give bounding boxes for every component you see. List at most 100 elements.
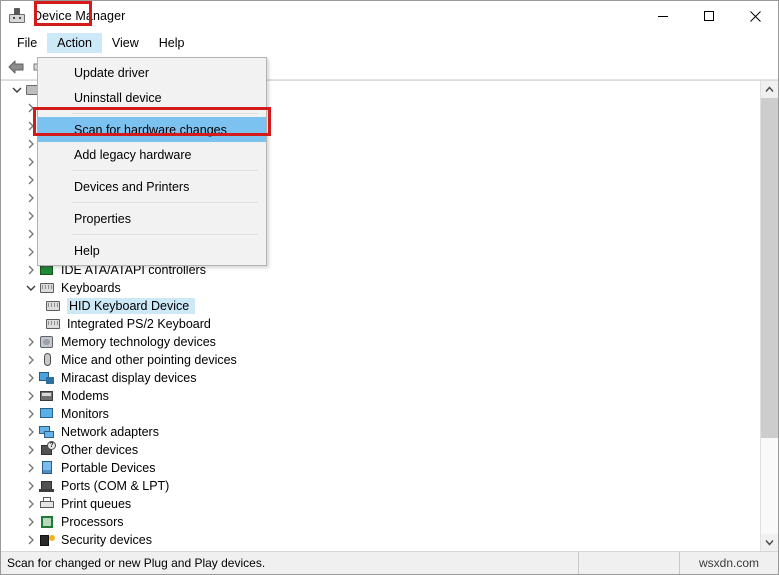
scroll-down-button[interactable] bbox=[761, 534, 778, 551]
expand-toggle-icon[interactable] bbox=[23, 333, 39, 351]
tree-row-label: Ports (COM & LPT) bbox=[61, 479, 170, 493]
expand-toggle-icon[interactable] bbox=[23, 369, 39, 387]
tree-row-label: Portable Devices bbox=[61, 461, 156, 475]
menu-help[interactable]: Help bbox=[149, 33, 195, 53]
tree-row-label: Mice and other pointing devices bbox=[61, 353, 237, 367]
menu-item-update-driver[interactable]: Update driver bbox=[38, 60, 266, 85]
status-middle-pane bbox=[579, 552, 680, 574]
menu-item-label: Uninstall device bbox=[74, 90, 162, 105]
tree-row-label: Miracast display devices bbox=[61, 371, 197, 385]
keyboard-icon bbox=[45, 298, 61, 314]
window-controls bbox=[640, 1, 778, 31]
tree-row-label: HID Keyboard Device bbox=[67, 298, 196, 314]
minimize-button[interactable] bbox=[640, 1, 686, 31]
menu-separator bbox=[72, 202, 258, 203]
tree-row[interactable]: Ports (COM & LPT) bbox=[1, 477, 760, 495]
unknown-device-icon: ? bbox=[39, 441, 56, 458]
tree-row-label: Processors bbox=[61, 515, 124, 529]
tree-row[interactable]: Integrated PS/2 Keyboard bbox=[1, 315, 760, 333]
menu-separator bbox=[72, 234, 258, 235]
window-title: Device Manager bbox=[33, 9, 126, 23]
expand-toggle-icon[interactable] bbox=[23, 531, 39, 549]
tree-row[interactable]: Keyboards bbox=[1, 279, 760, 297]
menu-item-properties[interactable]: Properties bbox=[38, 206, 266, 231]
port-icon bbox=[39, 478, 55, 494]
expand-toggle-icon[interactable] bbox=[23, 405, 39, 423]
menu-item-add-legacy-hardware[interactable]: Add legacy hardware bbox=[38, 142, 266, 167]
tree-row-label: Print queues bbox=[61, 497, 132, 511]
tree-row-label: Other devices bbox=[61, 443, 139, 457]
menu-item-label: Devices and Printers bbox=[74, 179, 190, 194]
tree-row-label: Memory technology devices bbox=[61, 335, 216, 349]
expand-toggle-icon[interactable] bbox=[23, 459, 39, 477]
miracast-icon bbox=[39, 370, 55, 386]
expand-toggle-icon[interactable] bbox=[23, 351, 39, 369]
menu-file[interactable]: File bbox=[7, 33, 47, 53]
tree-row[interactable]: ? Other devices bbox=[1, 441, 760, 459]
tree-row-label: Integrated PS/2 Keyboard bbox=[67, 317, 211, 331]
network-adapter-icon bbox=[39, 424, 55, 440]
menu-separator bbox=[72, 170, 258, 171]
security-device-icon bbox=[39, 532, 55, 548]
memory-device-icon bbox=[39, 334, 55, 350]
tree-row-label: Modems bbox=[61, 389, 109, 403]
expand-toggle-icon[interactable] bbox=[23, 441, 39, 459]
title-bar: Device Manager bbox=[1, 1, 778, 31]
menu-action[interactable]: Action bbox=[47, 33, 102, 53]
tree-row[interactable]: Memory technology devices bbox=[1, 333, 760, 351]
tree-row-label: Network adapters bbox=[61, 425, 159, 439]
expand-toggle-icon[interactable] bbox=[23, 477, 39, 495]
menu-item-label: Update driver bbox=[74, 65, 150, 80]
menu-item-devices-and-printers[interactable]: Devices and Printers bbox=[38, 174, 266, 199]
menu-view[interactable]: View bbox=[102, 33, 149, 53]
device-manager-icon bbox=[9, 8, 25, 24]
tree-row[interactable]: Mice and other pointing devices bbox=[1, 351, 760, 369]
maximize-button[interactable] bbox=[686, 1, 732, 31]
menu-item-help[interactable]: Help bbox=[38, 238, 266, 263]
menu-item-label: Scan for hardware changes bbox=[74, 122, 227, 137]
status-message: Scan for changed or new Plug and Play de… bbox=[1, 552, 579, 574]
back-button[interactable] bbox=[5, 57, 27, 77]
menu-item-uninstall-device[interactable]: Uninstall device bbox=[38, 85, 266, 110]
scrollbar-thumb[interactable] bbox=[761, 98, 778, 439]
printer-icon bbox=[39, 496, 55, 512]
menu-item-label: Help bbox=[74, 243, 100, 258]
menu-separator bbox=[72, 113, 258, 114]
tree-row[interactable]: Portable Devices bbox=[1, 459, 760, 477]
menu-item-label: Add legacy hardware bbox=[74, 147, 192, 162]
processor-icon bbox=[39, 514, 55, 530]
menu-bar: File Action View Help bbox=[1, 31, 778, 55]
tree-row[interactable]: Security devices bbox=[1, 531, 760, 549]
tree-row-label: Security devices bbox=[61, 533, 153, 547]
tree-row-label: Keyboards bbox=[61, 281, 121, 295]
watermark: wsxdn.com bbox=[698, 556, 760, 570]
tree-row[interactable]: Network adapters bbox=[1, 423, 760, 441]
monitor-icon bbox=[39, 406, 55, 422]
scrollbar-track[interactable] bbox=[761, 98, 778, 534]
expand-toggle-icon[interactable] bbox=[23, 513, 39, 531]
expand-toggle-icon[interactable] bbox=[9, 81, 25, 99]
tree-row[interactable]: Miracast display devices bbox=[1, 369, 760, 387]
scroll-up-button[interactable] bbox=[761, 81, 778, 98]
portable-device-icon bbox=[39, 460, 55, 476]
tree-row[interactable]: HID Keyboard Device bbox=[1, 297, 760, 315]
status-bar: Scan for changed or new Plug and Play de… bbox=[1, 551, 778, 574]
device-manager-window: Device Manager File Action View Help IDE… bbox=[0, 0, 779, 575]
expand-toggle-icon[interactable] bbox=[23, 495, 39, 513]
expand-toggle-icon[interactable] bbox=[23, 423, 39, 441]
keyboard-icon bbox=[45, 316, 61, 332]
mouse-icon bbox=[39, 352, 55, 368]
menu-item-scan-for-hardware-changes[interactable]: Scan for hardware changes bbox=[38, 117, 266, 142]
tree-row[interactable]: Modems bbox=[1, 387, 760, 405]
expand-toggle-icon[interactable] bbox=[23, 279, 39, 297]
keyboard-icon bbox=[39, 280, 55, 296]
action-dropdown-menu[interactable]: Update driver Uninstall device Scan for ha… bbox=[37, 57, 267, 266]
vertical-scrollbar[interactable] bbox=[760, 81, 778, 551]
expand-toggle-icon[interactable] bbox=[23, 387, 39, 405]
tree-row[interactable]: Print queues bbox=[1, 495, 760, 513]
modem-icon bbox=[39, 388, 55, 404]
tree-row[interactable]: Monitors bbox=[1, 405, 760, 423]
tree-row[interactable]: Processors bbox=[1, 513, 760, 531]
close-button[interactable] bbox=[732, 1, 778, 31]
menu-item-label: Properties bbox=[74, 211, 131, 226]
